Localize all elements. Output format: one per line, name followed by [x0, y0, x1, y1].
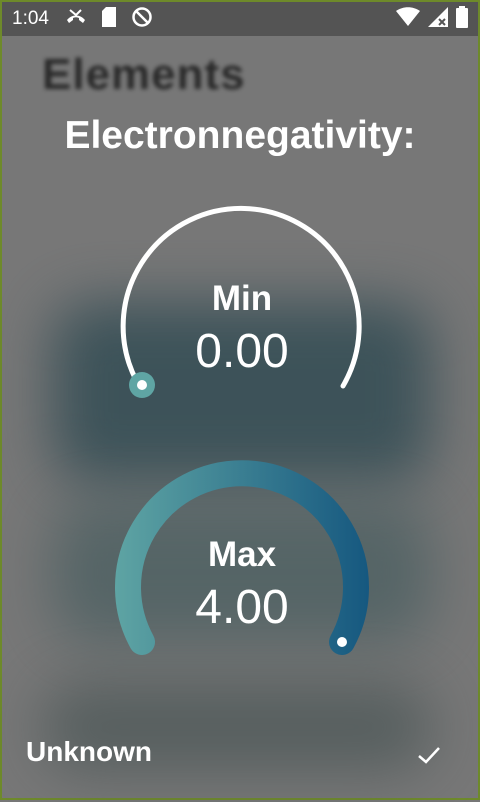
max-value: 4.00 [195, 581, 289, 634]
unknown-label[interactable]: Unknown [26, 736, 152, 768]
range-dials [115, 205, 369, 655]
min-label: Min [211, 279, 273, 318]
checkmark-icon [418, 747, 440, 764]
min-value: 0.00 [195, 325, 289, 378]
max-dial-handle [337, 637, 347, 647]
max-label: Max [207, 535, 277, 574]
confirm-button[interactable] [412, 738, 446, 772]
